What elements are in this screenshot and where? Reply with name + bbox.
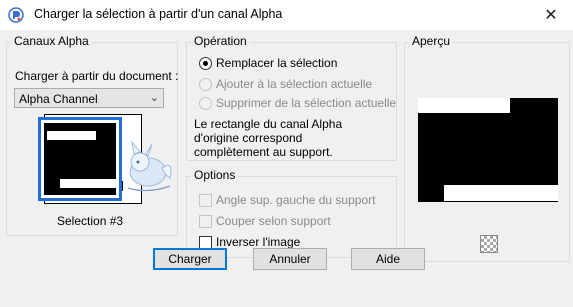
- operation-info-line-1: Le rectangle du canal Alpha: [194, 117, 343, 131]
- apercu-legend: Aperçu: [409, 34, 454, 48]
- checkbox-angle-sup-label[interactable]: Angle sup. gauche du support: [216, 193, 375, 207]
- window-title: Charger la sélection à partir d'un canal…: [34, 7, 283, 21]
- radio-ajouter-label[interactable]: Ajouter à la sélection actuelle: [216, 77, 372, 91]
- close-icon: ✕: [544, 7, 558, 24]
- chevron-down-icon: ⌄: [149, 92, 159, 104]
- checkbox-couper-label[interactable]: Couper selon support: [216, 214, 331, 228]
- document-select-value: Alpha Channel: [19, 92, 98, 106]
- watermark-logo: [127, 140, 172, 192]
- selection-label: Selection #3: [57, 214, 124, 228]
- channel-thumbnail-selected[interactable]: [38, 117, 122, 201]
- charger-button[interactable]: Charger: [153, 248, 227, 270]
- radio-supprimer-label[interactable]: Supprimer de la sélection actuelle: [216, 96, 396, 110]
- thumbnail-mark-bottom-white: [60, 179, 118, 188]
- operation-info-line-3: complètement au support.: [194, 145, 333, 159]
- thumbnail-canvas: [44, 123, 118, 195]
- close-button[interactable]: ✕: [529, 0, 573, 30]
- checkbox-couper[interactable]: [199, 215, 212, 228]
- transparency-toggle-icon[interactable]: [480, 235, 498, 253]
- document-select[interactable]: Alpha Channel ⌄: [14, 88, 164, 108]
- radio-supprimer[interactable]: [199, 97, 212, 110]
- options-legend: Options: [191, 168, 239, 182]
- paint-shop-pro-icon: [8, 7, 24, 23]
- radio-ajouter[interactable]: [199, 78, 212, 91]
- preview-mark-top: [418, 98, 510, 113]
- checkbox-angle-sup[interactable]: [199, 194, 212, 207]
- operation-info-line-2: d'origine correspond: [194, 131, 303, 145]
- preview-mark-bottom: [444, 185, 558, 201]
- aide-button[interactable]: Aide: [351, 248, 425, 270]
- radio-remplacer-label[interactable]: Remplacer la sélection: [216, 56, 337, 70]
- operation-legend: Opération: [191, 34, 250, 48]
- title-bar: Charger la sélection à partir d'un canal…: [0, 0, 573, 30]
- preview-canvas: [418, 98, 558, 202]
- canaux-alpha-legend: Canaux Alpha: [11, 34, 92, 48]
- source-document-label: Charger à partir du document :: [15, 69, 179, 83]
- radio-remplacer[interactable]: [199, 57, 212, 70]
- annuler-button[interactable]: Annuler: [253, 248, 327, 270]
- checkbox-inverser-label[interactable]: Inverser l'image: [216, 235, 300, 249]
- thumbnail-mark-top: [47, 131, 96, 140]
